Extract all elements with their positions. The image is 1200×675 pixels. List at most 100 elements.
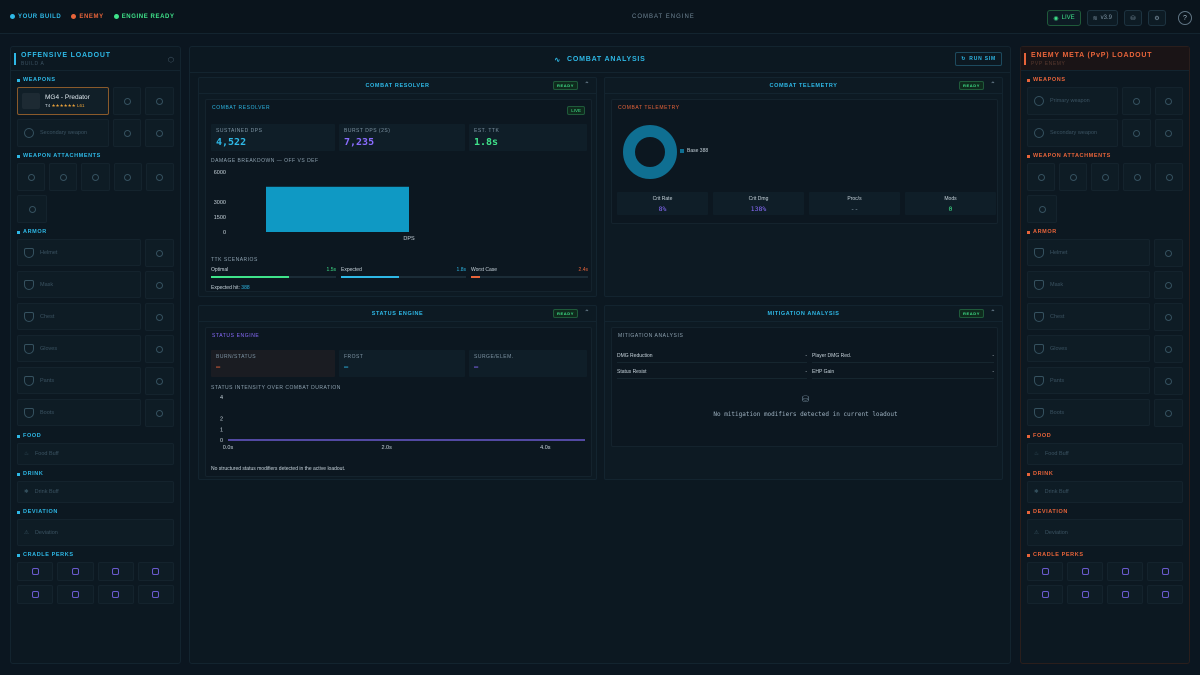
armor-slot-gloves[interactable]: Gloves: [17, 335, 141, 362]
attachment-slot[interactable]: [17, 195, 47, 223]
cradle-perk-slot[interactable]: [137, 562, 174, 581]
food-slot[interactable]: ♨ Food Buff: [1027, 443, 1183, 465]
stat-value: 7,235: [344, 137, 375, 148]
live-button[interactable]: ◉ LIVE: [1047, 10, 1081, 26]
chevron-up-icon[interactable]: ⌃: [990, 81, 996, 88]
chevron-up-icon[interactable]: ⌃: [584, 309, 590, 316]
cradle-perk-slot[interactable]: [17, 585, 54, 604]
run-sim-button[interactable]: ↻ RUN SIM: [955, 52, 1002, 66]
section-label: WEAPONS: [1033, 77, 1066, 83]
secondary-weapon-slot[interactable]: Secondary weapon: [1027, 119, 1119, 147]
chevron-up-icon[interactable]: ⌃: [584, 81, 590, 88]
primary-weapon-slot[interactable]: MG4 - Predator T4 ★★★★★★ L61: [17, 87, 109, 115]
warning-icon: ⚠: [24, 529, 29, 536]
armor-slot-boots[interactable]: Boots: [1027, 399, 1150, 426]
armor-mod-slot[interactable]: [144, 399, 174, 427]
card-header[interactable]: STATUS ENGINE READY ⌃: [199, 306, 596, 322]
armor-slot-boots[interactable]: Boots: [17, 399, 141, 426]
weapon-mod-slot[interactable]: [1122, 119, 1151, 147]
drink-slot[interactable]: ✱ Drink Buff: [1027, 481, 1183, 503]
weapon-mod-slot[interactable]: [112, 119, 142, 147]
cradle-perk-slot[interactable]: [1027, 585, 1063, 604]
armor-mod-slot[interactable]: [1153, 271, 1183, 299]
cradle-perk-slot[interactable]: [1027, 562, 1063, 581]
cube-icon[interactable]: ⬡: [168, 56, 174, 64]
mitigation-card: MITIGATION ANALYSIS READY ⌃ MITIGATION ANA…: [604, 305, 1003, 480]
primary-weapon-slot[interactable]: Primary weapon: [1027, 87, 1119, 115]
weapon-mod-slot[interactable]: [1154, 87, 1183, 115]
deviation-slot[interactable]: ⚠ Deviation: [17, 519, 174, 546]
y-tick-label: 0: [223, 230, 226, 236]
cradle-perk-slot[interactable]: [1147, 585, 1183, 604]
weapon-thumbnail: [22, 93, 40, 109]
weapon-mod-slot[interactable]: [145, 119, 174, 147]
armor-mod-slot[interactable]: [144, 303, 174, 331]
armor-slot-helmet[interactable]: Helmet: [1027, 239, 1150, 266]
armor-slot-gloves[interactable]: Gloves: [1027, 335, 1150, 362]
weapon-mod-slot[interactable]: [145, 87, 175, 115]
armor-slot-pants[interactable]: Pants: [1027, 367, 1150, 394]
cradle-perk-slot[interactable]: [57, 562, 94, 581]
chevron-up-icon[interactable]: ⌃: [990, 309, 996, 316]
deviation-slot[interactable]: ⚠ Deviation: [1027, 519, 1183, 546]
cradle-perk-slot[interactable]: [1107, 562, 1143, 581]
combat-telemetry-card: COMBAT TELEMETRY READY ⌃ COMBAT TELEMETRY …: [604, 77, 1003, 297]
weapon-mod-slot[interactable]: [1122, 87, 1151, 115]
card-header[interactable]: MITIGATION ANALYSIS READY ⌃: [605, 306, 1002, 322]
cradle-perk-slot[interactable]: [1147, 562, 1183, 581]
attachment-slot[interactable]: [49, 163, 78, 191]
armor-slot-pants[interactable]: Pants: [17, 367, 141, 394]
armor-slot-helmet[interactable]: Helmet: [17, 239, 141, 266]
stat-value: —: [474, 363, 479, 371]
card-header[interactable]: COMBAT TELEMETRY READY ⌃: [605, 78, 1002, 94]
armor-mod-slot[interactable]: [1153, 399, 1183, 427]
weapon-mod-slot[interactable]: [1154, 119, 1183, 147]
cradle-perk-slot[interactable]: [17, 562, 54, 581]
armor-mod-slot[interactable]: [144, 335, 174, 363]
attachment-slot[interactable]: [1155, 163, 1183, 191]
panel-header: ENEMY META (PvP) LOADOUT PVP ENEMY: [1021, 47, 1189, 71]
cradle-perk-slot[interactable]: [137, 585, 174, 604]
attachment-slot[interactable]: [17, 163, 46, 191]
cradle-perk-slot[interactable]: [97, 585, 134, 604]
attachment-slot[interactable]: [1059, 163, 1087, 191]
attachment-slot[interactable]: [113, 163, 142, 191]
attachment-slot[interactable]: [1027, 195, 1057, 223]
cradle-perk-slot[interactable]: [1067, 585, 1103, 604]
armor-mod-slot[interactable]: [1153, 303, 1183, 331]
x-tick-label: DPS: [403, 236, 415, 242]
attachment-slot[interactable]: [145, 163, 175, 191]
food-slot[interactable]: ♨ Food Buff: [17, 443, 174, 465]
armor-mod-slot[interactable]: [144, 271, 174, 299]
attachment-slot[interactable]: [1091, 163, 1119, 191]
card-header[interactable]: COMBAT RESOLVER READY ⌃: [199, 78, 596, 94]
section-label: CRADLE PERKS: [1033, 552, 1084, 558]
armor-mod-slot[interactable]: [1153, 239, 1183, 267]
armor-mod-slot[interactable]: [144, 239, 174, 267]
cradle-perk-slot[interactable]: [97, 562, 134, 581]
cradle-perk-slot[interactable]: [57, 585, 94, 604]
stat-sustained-dps: SUSTAINED DPS 4,522: [211, 124, 335, 151]
cradle-perk-slot[interactable]: [1067, 562, 1103, 581]
database-button[interactable]: ⛁: [1124, 10, 1142, 26]
weapon-mod-slot[interactable]: [112, 87, 142, 115]
armor-mod-slot[interactable]: [1153, 335, 1183, 363]
settings-button[interactable]: ⚙: [1148, 10, 1166, 26]
help-button[interactable]: ?: [1178, 11, 1192, 25]
attachment-slot[interactable]: [1123, 163, 1151, 191]
weapon-name: MG4 - Predator: [45, 93, 90, 101]
cradle-perk-slot[interactable]: [1107, 585, 1143, 604]
secondary-weapon-slot[interactable]: Secondary weapon: [17, 119, 109, 147]
armor-mod-slot[interactable]: [1153, 367, 1183, 395]
attachment-slot[interactable]: [1027, 163, 1055, 191]
armor-slot-mask[interactable]: Mask: [17, 271, 141, 298]
drink-slot[interactable]: ✱ Drink Buff: [17, 481, 174, 503]
armor-slot-chest[interactable]: Chest: [1027, 303, 1150, 330]
armor-slot-mask[interactable]: Mask: [1027, 271, 1150, 298]
version-button[interactable]: ≋ v3.9: [1086, 10, 1118, 26]
attachment-slot[interactable]: [81, 163, 110, 191]
armor-slot-chest[interactable]: Chest: [17, 303, 141, 330]
slot-label: Deviation: [1044, 529, 1068, 536]
stat-proc-rate: Proc/s --: [809, 192, 900, 215]
armor-mod-slot[interactable]: [144, 367, 174, 395]
